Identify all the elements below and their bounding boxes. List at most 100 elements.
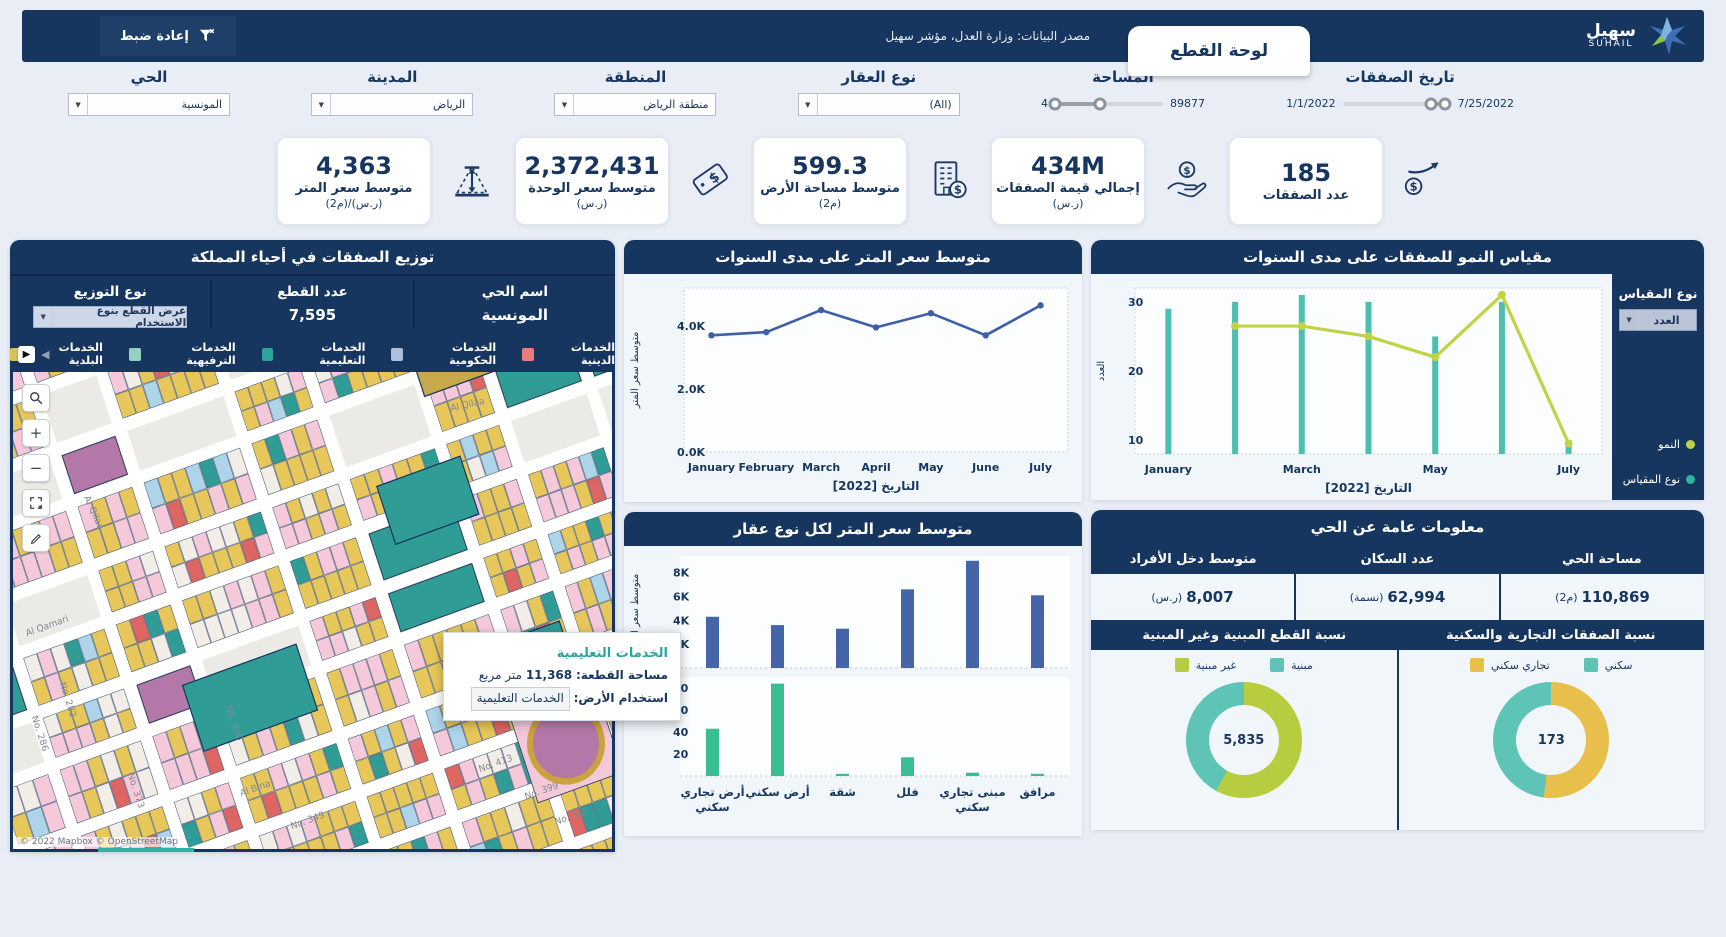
growth-legend-label: نوع المقياس [1623,473,1680,486]
kpi-card[interactable]: 185عدد الصفقات [1229,137,1383,225]
region-value: منطقة الرياض [574,94,715,115]
svg-text:$: $ [1183,165,1190,177]
svg-text:8K: 8K [673,567,690,580]
area-range-slider[interactable]: 4 89877 [1041,97,1205,110]
chevron-down-icon[interactable]: ▼ [312,94,331,115]
chevron-down-icon[interactable]: ▼ [34,307,53,327]
date-slider-track[interactable] [1343,102,1451,106]
map-attribution[interactable]: © 2022 Mapbox © OpenStreetMap [16,837,182,847]
map-canvas[interactable]: Al QilaaAl QilaaAl QamariAl BinaNo. 330N… [13,372,612,849]
kpi-group: $599.3متوسط مساحة الأرض(م2) [753,137,973,225]
map-scrollbar-strip[interactable] [98,848,194,852]
growth-legend-item[interactable]: النمو [1615,438,1695,451]
pencil-icon [30,532,43,545]
kpi-label: متوسط مساحة الأرض [760,181,900,197]
map-zoom-in-button[interactable]: + [22,419,50,447]
population-value: 62,994 (نسمة) [1296,574,1501,620]
svg-text:May: May [918,461,943,474]
price-trend-chart-svg[interactable]: 0.0K2.0K4.0Kمتوسط سعر المترJanuaryFebrua… [624,274,1082,498]
map-legend-item[interactable]: الخدمات الحكومية [391,341,496,367]
map-controls: + − [22,384,50,552]
distribution-type-value: عرض القطع بنوع الاستخدام [53,307,186,327]
svg-text:March: March [802,461,840,474]
legend-scroll-controls: ◀ ▶ [18,346,49,363]
city-select[interactable]: الرياض ▼ [311,93,473,116]
measure-type-label: نوع المقياس [1619,286,1698,301]
tab-plots-dashboard[interactable]: لوحة القطع [1128,26,1310,76]
donut-chart[interactable]: 173 [1493,682,1609,798]
legend-next-icon[interactable]: ▶ [18,346,35,363]
kpi-unit: (ر.س)/(م2) [326,197,383,211]
legend-dot-icon [1686,440,1695,449]
donut-legend-item[interactable]: غير مبنية [1175,658,1236,672]
kpi-card[interactable]: 2,372,431متوسط سعر الوحدة(ر.س) [515,137,669,225]
filter-district-label: الحي [131,68,168,86]
svg-text:July: July [1556,463,1580,476]
svg-text:40: 40 [673,726,689,739]
donut-legend-label: مبنية [1291,659,1313,672]
kpi-value: 4,363 [316,151,392,181]
date-start-value: 1/1/2022 [1286,97,1335,110]
legend-swatch-icon [1175,658,1189,672]
donut-legend-item[interactable]: مبنية [1270,658,1313,672]
donut-legend-item[interactable]: سكني [1584,658,1633,672]
map-legend-item[interactable]: الخدمات الترفيهية [129,341,236,367]
kpi-card[interactable]: 599.3متوسط مساحة الأرض(م2) [753,137,907,225]
kpi-row: $185عدد الصفقات$434Mإجمالي قيمة الصفقات(… [40,136,1686,226]
date-slider-handle-end[interactable] [1439,97,1452,110]
donut-chart[interactable]: 5,835 [1186,682,1302,798]
map-legend-label: الخدمات الحكومية [410,341,496,367]
top-navbar: سهيل SUHAIL لوحة القطع مصدر البيانات: وز… [22,10,1704,62]
donut-center-value: 173 [1516,705,1586,775]
kpi-card[interactable]: 434Mإجمالي قيمة الصفقات(ر.س) [991,137,1145,225]
map-tooltip: الخدمات التعليمية مساحة القطعة: 11,368 م… [443,632,681,721]
growth-legend-item[interactable]: نوع المقياس [1615,473,1695,486]
property-type-select[interactable]: (All) ▼ [798,93,960,116]
legend-swatch-icon [522,348,534,361]
legend-prev-icon[interactable]: ◀ [41,348,49,361]
measure-type-select[interactable]: العدد ▼ [1619,309,1697,331]
price-per-type-chart-svg[interactable]: 2K4K6K8K20406080متوسط سعر المترأرض تجاري… [624,546,1082,832]
district-select[interactable]: المونسية ▼ [68,93,230,116]
svg-text:$: $ [706,169,723,188]
chevron-down-icon[interactable]: ▼ [799,94,818,115]
area-slider-handle-max[interactable] [1094,97,1107,110]
map-zoom-out-button[interactable]: − [22,454,50,482]
district-info-headers: مساحة الحي عدد السكان متوسط دخل الأفراد [1091,544,1704,574]
area-slider-handle-min[interactable] [1048,97,1061,110]
svg-text:التاريخ [2022]: التاريخ [2022] [833,479,920,493]
donut-legend: سكني تجاري سكني [1470,658,1633,672]
region-select[interactable]: منطقة الرياض ▼ [554,93,716,116]
filter-property-type-label: نوع العقار [841,68,916,86]
deals-donut-title: نسبة الصفقات التجارية والسكنية [1398,620,1705,650]
chevron-down-icon[interactable]: ▼ [555,94,574,115]
growth-chart-svg[interactable]: 102030العددJanuaryMarchMayJulyالتاريخ [2… [1091,274,1612,500]
kpi-group: $434Mإجمالي قيمة الصفقات(ر.س) [991,137,1211,225]
svg-text:سكني: سكني [955,800,989,814]
map-legend-item[interactable]: الخدمات الدينية [522,341,615,367]
legend-swatch-icon [129,348,141,361]
map-legend-label: الخدمات الدينية [541,341,615,367]
chevron-down-icon[interactable]: ▼ [69,94,88,115]
map-legend-label: الخدمات الترفيهية [148,341,236,367]
map-container[interactable]: Al QilaaAl QilaaAl QamariAl BinaNo. 330N… [13,372,612,849]
growth-panel-title: مقياس النمو للصفقات على مدى السنوات [1091,240,1704,274]
area-slider-track[interactable] [1055,102,1163,106]
donut-legend-item[interactable]: تجاري سكني [1470,658,1550,672]
map-legend-item[interactable]: الخدمات التعليمية [262,341,366,367]
distribution-type-select[interactable]: عرض القطع بنوع الاستخدام ▼ [33,306,187,328]
map-panel-title: توزيع الصفقات في أحياء المملكة [10,240,615,274]
map-search-button[interactable] [22,384,50,412]
kpi-card[interactable]: 4,363متوسط سعر المتر(ر.س)/(م2) [277,137,431,225]
svg-text:January: January [1144,463,1192,476]
price-trend-panel: متوسط سعر المتر على مدى السنوات 0.0K2.0K… [624,240,1082,502]
reset-filters-button[interactable]: إعادة ضبط [100,16,236,56]
date-range-slider[interactable]: 1/1/2022 7/25/2022 [1286,97,1514,110]
map-extent-button[interactable] [22,489,50,517]
chevron-down-icon[interactable]: ▼ [1620,310,1639,330]
date-slider-handle-start[interactable] [1425,97,1438,110]
map-draw-button[interactable] [22,524,50,552]
kpi-group: $185عدد الصفقات [1229,137,1449,225]
growth-chart: 102030العددJanuaryMarchMayJulyالتاريخ [2… [1091,274,1612,500]
map-panel-subheader: اسم الحي المونسية عدد القطع 7,595 نوع ال… [10,274,615,336]
